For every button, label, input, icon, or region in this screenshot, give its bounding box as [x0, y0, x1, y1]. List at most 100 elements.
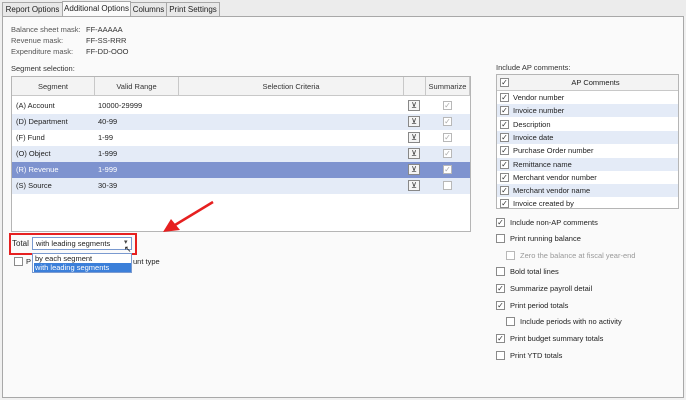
segment-cell: (F) Fund — [16, 133, 45, 142]
column-header-filter — [404, 77, 426, 96]
table-row[interactable]: (O) Object 1-999 ⊻ ✓ — [12, 146, 470, 162]
summarize-checkbox[interactable]: ✓ — [443, 117, 452, 126]
option-checkbox[interactable]: ✓ — [496, 301, 505, 310]
expenditure-mask-value: FF-DD-OOO — [86, 47, 129, 56]
expenditure-mask-label: Expenditure mask: — [11, 47, 74, 56]
option-checkbox[interactable] — [496, 351, 505, 360]
ap-comment-checkbox[interactable]: ✓ — [500, 119, 509, 129]
ap-comments-select-all-checkbox[interactable]: ✓ — [500, 78, 509, 87]
filter-icon[interactable]: ⊻ — [408, 116, 420, 127]
option-label: Zero the balance at fiscal year-end — [520, 251, 636, 260]
segment-cell: (O) Object — [16, 149, 51, 158]
filter-icon[interactable]: ⊻ — [408, 148, 420, 159]
tab-columns[interactable]: Columns — [130, 2, 167, 16]
total-label: Total — [12, 239, 29, 248]
total-select-value: with leading segments — [36, 239, 111, 248]
total-dropdown-list: by each segment with leading segments — [32, 253, 132, 273]
table-row[interactable]: (D) Department 40-99 ⊻ ✓ — [12, 114, 470, 130]
column-header-valid-range[interactable]: Valid Range — [95, 77, 179, 96]
filter-icon[interactable]: ⊻ — [408, 164, 420, 175]
ap-comment-label: Description — [513, 119, 551, 129]
valid-range-cell: 10000-29999 — [98, 101, 143, 110]
option-checkbox[interactable] — [496, 267, 505, 276]
ap-comment-label: Merchant vendor number — [513, 172, 597, 182]
hidden-option-suffix: unt type — [133, 257, 160, 266]
segment-grid: Segment Valid Range Selection Criteria S… — [11, 76, 471, 232]
list-item[interactable]: ✓ Invoice number — [497, 104, 678, 118]
ap-comments-header: ✓ AP Comments — [497, 75, 678, 91]
ap-comment-label: Purchase Order number — [513, 146, 594, 156]
revenue-mask-label: Revenue mask: — [11, 36, 64, 45]
ap-comment-label: Invoice date — [513, 132, 554, 142]
annotation-arrow-icon — [163, 200, 214, 232]
column-header-segment[interactable]: Segment — [12, 77, 95, 96]
segment-cell: (A) Account — [16, 101, 55, 110]
list-item[interactable]: ✓ Merchant vendor name — [497, 184, 678, 198]
summarize-checkbox[interactable]: ✓ — [443, 101, 452, 110]
ap-comment-label: Remittance name — [513, 159, 572, 169]
tab-print-settings[interactable]: Print Settings — [166, 2, 220, 16]
ap-comment-label: Invoice number — [513, 106, 565, 116]
valid-range-cell: 1-999 — [98, 165, 118, 174]
ap-comment-checkbox[interactable]: ✓ — [500, 186, 509, 196]
ap-comment-checkbox[interactable]: ✓ — [500, 106, 509, 116]
segment-selection-label: Segment selection: — [11, 64, 75, 73]
filter-icon[interactable]: ⊻ — [408, 180, 420, 191]
table-row[interactable]: (S) Source 30-39 ⊻ — [12, 178, 470, 194]
option-checkbox[interactable] — [506, 317, 515, 326]
ap-comment-checkbox[interactable]: ✓ — [500, 146, 509, 156]
column-header-selection-criteria[interactable]: Selection Criteria — [179, 77, 404, 96]
option-checkbox[interactable]: ✓ — [496, 334, 505, 343]
option-checkbox[interactable] — [496, 234, 505, 243]
list-item[interactable]: ✓ Merchant vendor number — [497, 171, 678, 184]
valid-range-cell: 1-999 — [98, 149, 118, 158]
column-header-summarize[interactable]: Summarize — [426, 77, 470, 96]
option-checkbox[interactable]: ✓ — [496, 218, 505, 227]
list-item[interactable]: ✓ Invoice created by — [497, 197, 678, 210]
tab-report-options[interactable]: Report Options — [2, 2, 63, 16]
list-item[interactable]: ✓ Description — [497, 118, 678, 131]
total-select[interactable]: with leading segments ▾ — [32, 237, 132, 250]
ap-comments-header-label: AP Comments — [571, 78, 620, 87]
segment-cell: (R) Revenue — [16, 165, 59, 174]
table-row[interactable]: (A) Account 10000-29999 ⊻ ✓ — [12, 98, 470, 114]
ap-comment-checkbox[interactable]: ✓ — [500, 93, 509, 102]
option-label: Print budget summary totals — [510, 334, 604, 343]
list-item[interactable]: ✓ Invoice date — [497, 130, 678, 144]
option-label: Print period totals — [510, 301, 569, 310]
segment-cell: (S) Source — [16, 181, 52, 190]
revenue-mask-value: FF-SS-RRR — [86, 36, 127, 45]
option-checkbox[interactable]: ✓ — [496, 284, 505, 293]
valid-range-cell: 1-99 — [98, 133, 114, 142]
table-row[interactable]: (F) Fund 1-99 ⊻ ✓ — [12, 130, 470, 146]
ap-comment-checkbox[interactable]: ✓ — [500, 199, 509, 209]
valid-range-cell: 30-39 — [98, 181, 118, 190]
ap-comment-checkbox[interactable]: ✓ — [500, 172, 509, 182]
list-item[interactable]: ✓ Vendor number — [497, 91, 678, 104]
list-item[interactable]: ✓ Purchase Order number — [497, 144, 678, 157]
summarize-checkbox[interactable]: ✓ — [443, 149, 452, 158]
ap-comment-checkbox[interactable]: ✓ — [500, 132, 509, 142]
summarize-checkbox[interactable]: ✓ — [443, 165, 452, 174]
summarize-checkbox[interactable] — [443, 181, 452, 190]
list-item[interactable]: ✓ Remittance name — [497, 157, 678, 171]
segment-cell: (D) Department — [16, 117, 68, 126]
dropdown-option-with-leading-segments[interactable]: with leading segments — [34, 263, 131, 272]
summarize-checkbox[interactable]: ✓ — [443, 133, 452, 142]
table-row[interactable]: (R) Revenue 1-999 ⊻ ✓ — [12, 162, 470, 178]
dropdown-option-by-each-segment[interactable]: by each segment — [34, 254, 131, 263]
filter-icon[interactable]: ⊻ — [408, 100, 420, 111]
tab-bar: Report Options Additional Options Column… — [0, 0, 686, 17]
tab-additional-options[interactable]: Additional Options — [62, 1, 131, 17]
option-label: Include periods with no activity — [520, 317, 622, 326]
filter-icon[interactable]: ⊻ — [408, 132, 420, 143]
include-ap-comments-label: Include AP comments: — [496, 63, 571, 72]
balance-sheet-mask-label: Balance sheet mask: — [11, 25, 81, 34]
option-label: Summarize payroll detail — [510, 284, 593, 293]
ap-comments-list: ✓ AP Comments ✓ Vendor number ✓ Invoice num… — [496, 74, 679, 209]
balance-sheet-mask-value: FF-AAAAA — [86, 25, 123, 34]
hidden-option-checkbox[interactable] — [14, 257, 23, 266]
ap-comment-checkbox[interactable]: ✓ — [500, 159, 509, 169]
ap-comment-label: Vendor number — [513, 93, 565, 102]
option-checkbox — [506, 251, 515, 260]
